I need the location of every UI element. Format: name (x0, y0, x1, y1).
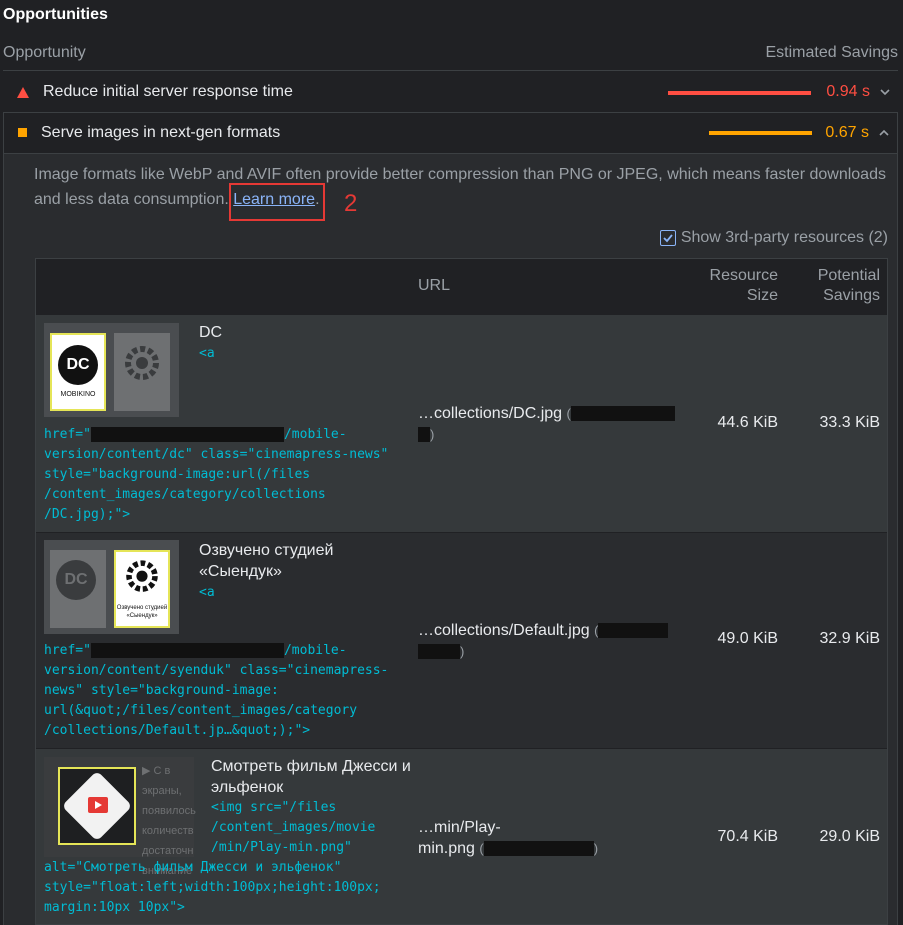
audit-value: 0.67 s (825, 124, 869, 141)
resources-table: URL Resource Size Potential Savings DC MOB… (35, 258, 888, 925)
annotation-number: 2 (344, 190, 358, 217)
element-snippet: <img src="/files /content_images/movie /… (211, 800, 376, 855)
resource-url[interactable]: …collections/DC.jpg () (418, 403, 675, 445)
annotation-box (229, 183, 325, 221)
resource-size: 49.0 KiB (717, 630, 778, 647)
section-title: Opportunities (3, 6, 108, 23)
audit-title: Serve images in next-gen formats (41, 124, 281, 141)
savings-bar (668, 91, 811, 95)
column-header: Opportunity Estimated Savings (3, 42, 898, 71)
element-name: DC (199, 324, 223, 341)
dc-logo: DC (58, 345, 98, 385)
third-party-label: Show 3rd-party resources (2) (680, 229, 888, 246)
thumbnail-card: DC MOBIKINO (50, 333, 106, 411)
opportunity-column-label: Opportunity (3, 44, 86, 61)
url-column-header: URL (418, 277, 451, 294)
element-snippet: version/content/syenduk" class="cinemapr… (44, 663, 389, 738)
checkbox[interactable] (659, 230, 676, 246)
table-row: DC MOBIKINO DC <a href="/mobile- version… (36, 315, 887, 533)
audit-server-response[interactable]: Reduce initial server response time 0.94… (3, 72, 898, 113)
potential-savings: 32.9 KiB (819, 630, 880, 647)
savings-bar (709, 131, 812, 135)
element-snippet: <a (199, 585, 215, 600)
element-snippet: alt="Смотреть фильм Джесси и эльфенок" s… (44, 860, 381, 915)
element-thumbnail: DC Озвучено студией «Сыендук» (44, 540, 179, 634)
element-thumbnail: DC MOBIKINO (44, 323, 179, 417)
checkmark-icon (663, 234, 673, 243)
resource-url[interactable]: …min/Play-min.png () (418, 817, 598, 859)
resource-size: 70.4 KiB (717, 828, 778, 845)
savings-column-header: Potential Savings (817, 267, 880, 304)
table-header: URL Resource Size Potential Savings (36, 259, 887, 316)
thumbnail-card (114, 333, 170, 411)
audit-next-gen-images[interactable]: Serve images in next-gen formats 0.67 s (4, 113, 897, 154)
thumbnail-card: Озвучено студией «Сыендук» (114, 550, 170, 628)
element-snippet: version/content/dc" class="cinemapress-n… (44, 447, 389, 522)
element-snippet: <a (199, 346, 215, 361)
chevron-down-icon[interactable] (878, 85, 892, 99)
element-name: Озвучено студией «Сыендук» (199, 542, 334, 580)
chevron-up-icon[interactable] (877, 126, 891, 140)
element-name: Смотреть фильм Джесси и эльфенок (211, 758, 411, 796)
element-snippet: href="/mobile- (44, 427, 347, 442)
resource-size: 44.6 KiB (717, 414, 778, 431)
savings-column-label: Estimated Savings (765, 44, 898, 61)
size-column-header: Resource Size (709, 267, 778, 304)
gear-icon (126, 560, 158, 592)
potential-savings: 33.3 KiB (819, 414, 880, 431)
gear-icon (125, 346, 159, 380)
thumbnail-card: DC (50, 550, 106, 628)
resource-url[interactable]: …collections/Default.jpg () (418, 620, 669, 662)
audit-title: Reduce initial server response time (43, 83, 293, 100)
average-square-icon (18, 128, 27, 137)
table-row: ▶ С в экраны, появилось количеств достат… (36, 749, 887, 924)
element-snippet: href="/mobile- (44, 643, 347, 658)
dc-logo: DC (56, 560, 96, 600)
audit-description: Image formats like WebP and AVIF often p… (34, 166, 886, 208)
audit-value: 0.94 s (826, 83, 870, 100)
thumbnail-card (58, 767, 136, 845)
element-thumbnail: ▶ С в экраны, появилось количеств достат… (44, 757, 196, 877)
play-icon (88, 797, 108, 813)
potential-savings: 29.0 KiB (819, 828, 880, 845)
table-row: DC Озвучено студией «Сыендук» Озвучено с… (36, 533, 887, 749)
third-party-toggle[interactable]: Show 3rd-party resources (2) (659, 229, 888, 247)
fail-triangle-icon (17, 87, 29, 98)
